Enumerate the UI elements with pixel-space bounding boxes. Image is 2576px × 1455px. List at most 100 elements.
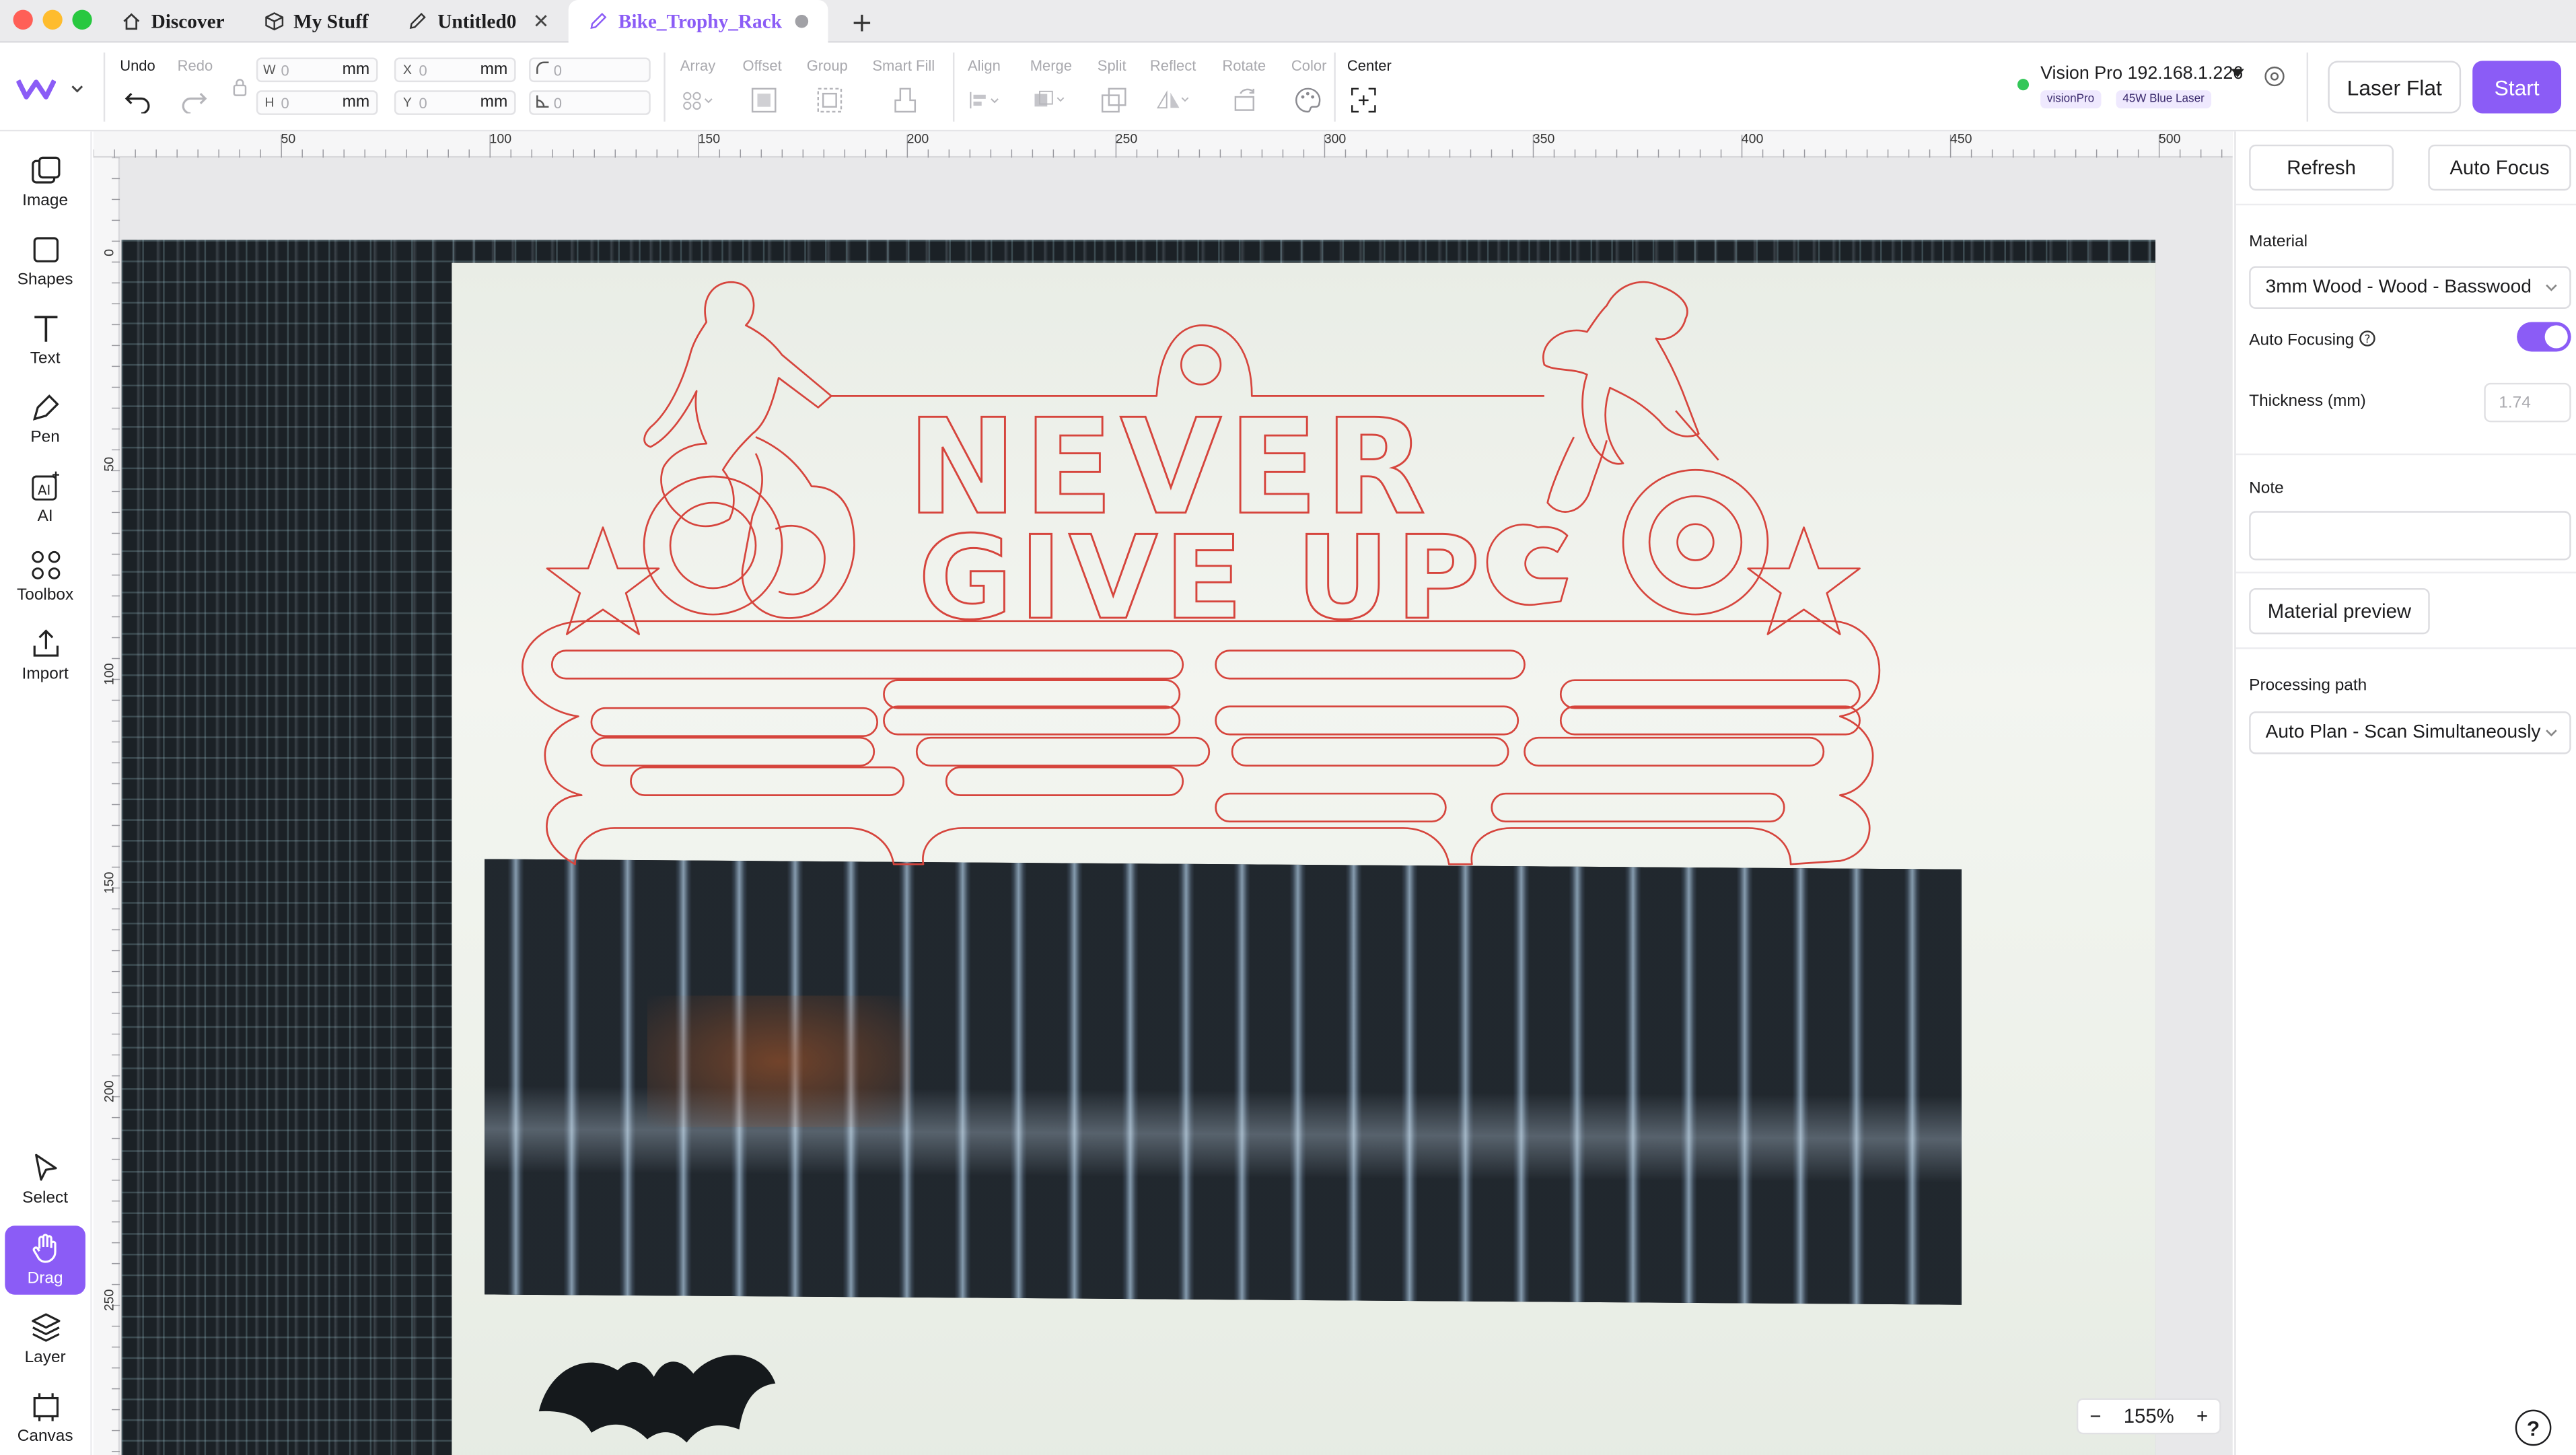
sidebar-item-pen[interactable]: Pen (5, 384, 85, 454)
material-select[interactable]: 3mm Wood - Wood - Basswood (2249, 266, 2571, 309)
x-field[interactable]: X 0 mm (394, 57, 516, 83)
array-label: Array (680, 57, 716, 74)
reflect-button[interactable] (1156, 84, 1190, 117)
sidebar-item-ai[interactable]: AI AI (5, 463, 85, 532)
auto-focus-button[interactable]: Auto Focus (2428, 144, 2571, 191)
redo-button[interactable] (178, 85, 211, 118)
sidebar-item-toolbox[interactable]: Toolbox (5, 542, 85, 612)
undo-button[interactable] (122, 85, 155, 118)
sidebar-item-text[interactable]: Text (5, 306, 85, 375)
y-field[interactable]: Y 0 mm (394, 90, 516, 115)
sidebar-item-layer[interactable]: Layer (5, 1304, 85, 1374)
hanging-ring-shape (1180, 344, 1222, 386)
note-textarea[interactable] (2249, 511, 2571, 561)
sidebar-item-label: Shapes (17, 271, 73, 289)
laser-flat-button[interactable]: Laser Flat (2328, 61, 2462, 114)
align-button[interactable] (969, 84, 1002, 117)
canvas-area[interactable]: 50 100 150 200 250 300 350 400 450 500 0… (94, 131, 2233, 1455)
sidebar-item-shapes[interactable]: Shapes (5, 227, 85, 296)
sidebar-item-label: Toolbox (17, 586, 74, 605)
tab-label: Discover (151, 9, 225, 32)
device-name: Vision Pro 192.168.1.226 (2040, 64, 2244, 84)
rotate-button[interactable] (1229, 84, 1262, 117)
medal-slot-shape (883, 705, 1181, 736)
height-field[interactable]: H 0 mm (256, 90, 378, 115)
material-label: Material (2249, 233, 2308, 252)
sidebar-item-label: Select (22, 1189, 69, 1208)
tab-discover[interactable]: Discover (102, 0, 244, 42)
corner-radius-icon (531, 61, 554, 79)
ruler-horizontal: 50 100 150 200 250 300 350 400 450 500 (94, 131, 2233, 158)
close-window-button[interactable] (13, 9, 33, 30)
medal-slot-shape (1231, 736, 1509, 767)
material-preview-button[interactable]: Material preview (2249, 588, 2430, 635)
ruler-vertical: 0 50 100 150 200 250 (94, 157, 120, 1455)
zoom-in-button[interactable]: + (2196, 1405, 2208, 1427)
auto-focusing-label: Auto Focusing ? (2249, 330, 2375, 350)
rotate-label: Rotate (1222, 57, 1266, 74)
zoom-window-button[interactable] (72, 9, 92, 30)
device-settings-button[interactable] (2257, 59, 2290, 92)
width-field[interactable]: W 0 mm (256, 57, 378, 83)
tab-untitled0[interactable]: Untitled0 ✕ (388, 0, 569, 42)
minimize-window-button[interactable] (42, 9, 63, 30)
sidebar-item-import[interactable]: Import (5, 621, 85, 690)
tab-bike-trophy-rack[interactable]: Bike_Trophy_Rack (569, 0, 828, 43)
box-icon (264, 11, 283, 31)
settings-panel: Refresh Auto Focus Material 3mm Wood - W… (2234, 131, 2576, 1455)
zoom-control: − 155% + (2076, 1398, 2221, 1435)
new-tab-button[interactable]: + (828, 0, 896, 42)
processing-path-select[interactable]: Auto Plan - Scan Simultaneously (2249, 711, 2571, 754)
text-icon (34, 316, 57, 342)
center-button[interactable] (1347, 84, 1380, 117)
sidebar-item-drag[interactable]: Drag (5, 1226, 85, 1295)
rotation-angle-field[interactable]: 0 (529, 90, 651, 115)
width-key: W (263, 62, 276, 77)
svg-text:?: ? (2364, 332, 2370, 346)
sidebar-item-label: Text (30, 350, 61, 368)
thickness-input[interactable]: 1.74 (2484, 382, 2571, 423)
design-artwork[interactable]: NEVER GIVE UP (122, 240, 2155, 1455)
right-wheel-shape (1622, 468, 1769, 616)
offset-button[interactable] (748, 84, 781, 117)
corner-radius-field[interactable]: 0 (529, 57, 651, 83)
ai-icon: AI (31, 471, 59, 501)
array-button[interactable] (682, 84, 715, 117)
thickness-label: Thickness (mm) (2249, 392, 2366, 411)
close-tab-icon[interactable]: ✕ (533, 10, 550, 33)
sidebar-item-canvas[interactable]: Canvas (5, 1384, 85, 1453)
align-icon (970, 92, 999, 109)
medal-slot-shape (1491, 792, 1785, 823)
start-button[interactable]: Start (2472, 61, 2562, 114)
tab-label: Bike_Trophy_Rack (618, 9, 782, 32)
color-button[interactable] (1291, 84, 1324, 117)
app-menu-button[interactable] (16, 72, 88, 105)
auto-focusing-toggle[interactable] (2517, 322, 2571, 352)
height-value: 0 (281, 94, 289, 111)
smart-fill-button[interactable] (889, 84, 922, 117)
right-wheel-inner-shape (1648, 495, 1743, 590)
help-button[interactable]: ? (2515, 1409, 2552, 1446)
zoom-level: 155% (2123, 1405, 2174, 1428)
group-label: Group (806, 57, 848, 74)
medal-slot-shape (1215, 649, 1526, 680)
offset-icon (751, 87, 777, 113)
split-button[interactable] (1098, 84, 1131, 117)
tab-my-stuff[interactable]: My Stuff (244, 0, 388, 42)
auto-focusing-text: Auto Focusing (2249, 332, 2355, 351)
sidebar-item-select[interactable]: Select (5, 1145, 85, 1215)
pen-icon (408, 11, 427, 31)
lock-ratio-icon[interactable] (223, 71, 256, 104)
group-button[interactable] (813, 84, 846, 117)
info-icon[interactable]: ? (2359, 330, 2375, 347)
zoom-out-button[interactable]: − (2089, 1405, 2101, 1427)
x-value: 0 (419, 61, 427, 78)
device-model-chip: visionPro (2040, 90, 2101, 109)
toolbox-icon (31, 551, 60, 579)
ruler-tick-label: 150 (102, 872, 117, 894)
sidebar-item-label: Layer (24, 1349, 66, 1368)
merge-button[interactable] (1034, 84, 1067, 117)
sidebar-item-image[interactable]: Image (5, 148, 85, 217)
left-star-shape (546, 526, 660, 635)
refresh-button[interactable]: Refresh (2249, 144, 2394, 191)
